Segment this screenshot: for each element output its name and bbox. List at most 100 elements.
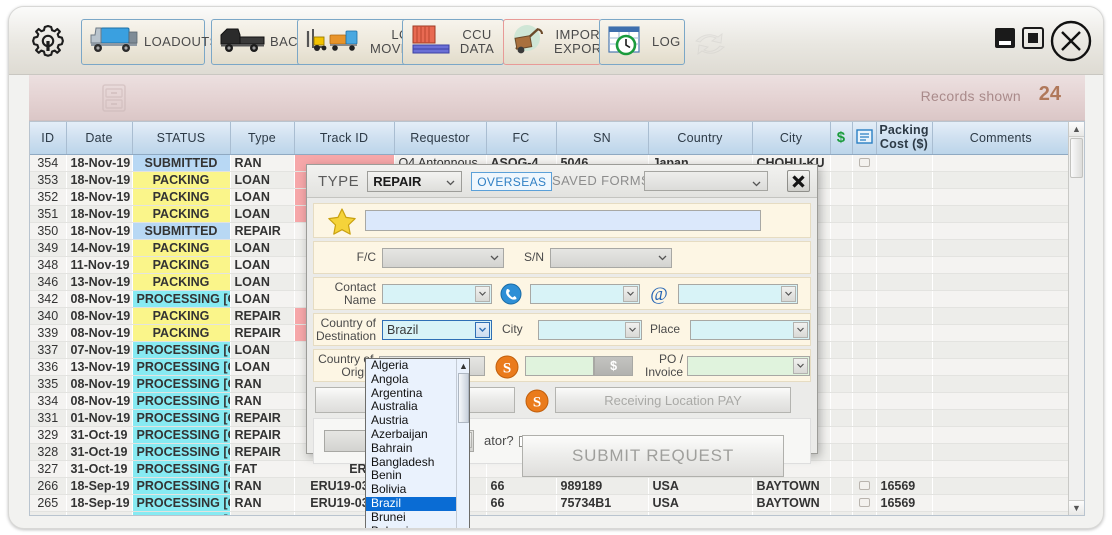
cell-status[interactable]: PROCESSING [OFS] xyxy=(132,460,230,478)
maximize-icon[interactable] xyxy=(1022,27,1044,54)
tab-log[interactable]: LOG xyxy=(599,19,685,65)
cell-type[interactable]: LOAN xyxy=(230,205,294,223)
cell-document[interactable] xyxy=(852,477,876,495)
cell-id[interactable]: 346 xyxy=(30,273,66,291)
cell-comments[interactable] xyxy=(932,494,1069,512)
cell-status[interactable]: PROCESSING [OFS] xyxy=(132,409,230,427)
col-sn[interactable]: SN xyxy=(556,122,649,155)
overseas-badge[interactable]: OVERSEAS xyxy=(471,171,553,191)
cell-type[interactable]: REPAIR xyxy=(230,222,294,240)
cell-country[interactable]: USA xyxy=(648,511,752,515)
cell-comments[interactable] xyxy=(932,205,1069,223)
cell-date[interactable]: 08-Nov-19 xyxy=(66,392,132,410)
cell-type[interactable]: RAN xyxy=(230,375,294,393)
cell-id[interactable]: 350 xyxy=(30,222,66,240)
cell-status[interactable]: PACKING xyxy=(132,188,230,206)
cell-dollar[interactable] xyxy=(830,290,852,308)
cell-id[interactable]: 339 xyxy=(30,324,66,342)
cell-comments[interactable] xyxy=(932,392,1069,410)
cell-type[interactable]: LOAN xyxy=(230,341,294,359)
cell-dollar[interactable] xyxy=(830,358,852,376)
title-input[interactable] xyxy=(365,210,761,231)
cell-id[interactable]: 337 xyxy=(30,341,66,359)
cell-status[interactable]: PROCESSING [OFS] xyxy=(132,392,230,410)
country-option[interactable]: Austria xyxy=(366,413,469,428)
cell-packing-cost[interactable] xyxy=(876,222,932,240)
country-dropdown-list[interactable]: Algeria Angola Argentina Australia Austria Az… xyxy=(366,359,469,528)
cell-type[interactable]: REPAIR xyxy=(230,409,294,427)
cell-id[interactable]: 336 xyxy=(30,358,66,376)
cell-packing-cost[interactable] xyxy=(876,460,932,478)
cell-dollar[interactable] xyxy=(830,154,852,172)
cell-dollar[interactable] xyxy=(830,392,852,410)
col-packing-cost[interactable]: Packing Cost ($) xyxy=(876,122,933,155)
cell-fc[interactable]: 89 xyxy=(486,511,556,515)
country-dropdown-scrollbar[interactable]: ▲ ▼ xyxy=(456,359,469,528)
tab-import-export[interactable]: IMPORT EXPORT xyxy=(503,19,609,65)
cell-comments[interactable] xyxy=(932,443,1069,461)
cell-id[interactable]: 349 xyxy=(30,239,66,257)
cell-city[interactable]: BAYTOWN xyxy=(752,494,830,512)
cell-status[interactable]: PROCESSING [OFS] xyxy=(132,426,230,444)
cell-type[interactable]: RAN xyxy=(230,511,294,515)
col-comments[interactable]: Comments xyxy=(932,122,1069,155)
cell-comments[interactable] xyxy=(932,273,1069,291)
cell-id[interactable]: 352 xyxy=(30,188,66,206)
cell-packing-cost[interactable] xyxy=(876,154,932,172)
cell-packing-cost[interactable] xyxy=(876,256,932,274)
cell-dollar[interactable] xyxy=(830,239,852,257)
chevron-down-icon[interactable] xyxy=(793,321,808,338)
table-row[interactable]: 26518-Sep-19PROCESSING [OFS]RANERU19-033… xyxy=(30,494,1069,512)
country-option[interactable]: Argentina xyxy=(366,386,469,401)
cell-comments[interactable] xyxy=(932,341,1069,359)
cell-status[interactable]: PACKING xyxy=(132,205,230,223)
cell-country[interactable]: USA xyxy=(648,477,752,495)
cell-status[interactable]: PROCESSING [OFS] xyxy=(132,375,230,393)
chevron-down-icon[interactable] xyxy=(625,321,640,338)
cell-status[interactable]: PROCESSING [OFS] xyxy=(132,511,230,515)
minimize-icon[interactable] xyxy=(994,27,1016,54)
cell-date[interactable]: 18-Nov-19 xyxy=(66,154,132,172)
cell-id[interactable]: 329 xyxy=(30,426,66,444)
type-select[interactable]: REPAIR xyxy=(367,170,463,192)
cell-type[interactable]: LOAN xyxy=(230,290,294,308)
po-invoice-input[interactable] xyxy=(687,355,811,376)
cell-id[interactable]: 335 xyxy=(30,375,66,393)
cell-id[interactable]: 266 xyxy=(30,477,66,495)
place-input[interactable] xyxy=(690,319,810,340)
cell-document[interactable] xyxy=(852,171,876,189)
cell-city[interactable]: BAYTOWN xyxy=(752,511,830,515)
cell-packing-cost[interactable] xyxy=(876,273,932,291)
cell-id[interactable]: 331 xyxy=(30,409,66,427)
cell-packing-cost[interactable] xyxy=(876,188,932,206)
cell-packing-cost[interactable] xyxy=(876,171,932,189)
cell-date[interactable]: 18-Nov-19 xyxy=(66,222,132,240)
cell-packing-cost[interactable]: 16569 xyxy=(876,477,932,495)
cell-city[interactable]: BAYTOWN xyxy=(752,477,830,495)
cell-date[interactable]: 13-Nov-19 xyxy=(66,273,132,291)
tab-ccu-data[interactable]: CCU DATA xyxy=(402,19,504,65)
cell-document[interactable] xyxy=(852,222,876,240)
cell-date[interactable]: 14-Nov-19 xyxy=(66,239,132,257)
cell-document[interactable] xyxy=(852,188,876,206)
scroll-thumb[interactable] xyxy=(1070,138,1083,178)
cell-status[interactable]: PACKING xyxy=(132,256,230,274)
cell-packing-cost[interactable] xyxy=(876,307,932,325)
refresh-icon[interactable] xyxy=(692,27,728,59)
contact-name-input[interactable] xyxy=(382,283,492,304)
cell-document[interactable] xyxy=(852,392,876,410)
cell-comments[interactable] xyxy=(932,256,1069,274)
scroll-up-icon[interactable]: ▲ xyxy=(457,359,469,372)
chevron-down-icon[interactable] xyxy=(475,321,490,338)
chevron-down-icon[interactable] xyxy=(623,285,638,302)
cell-document[interactable] xyxy=(852,290,876,308)
cell-date[interactable]: 11-Nov-19 xyxy=(66,256,132,274)
cell-id[interactable]: 348 xyxy=(30,256,66,274)
cell-dollar[interactable] xyxy=(830,222,852,240)
scroll-thumb[interactable] xyxy=(458,373,469,423)
cost-input[interactable] xyxy=(525,355,595,376)
document-checkbox-icon[interactable] xyxy=(858,514,870,515)
col-type[interactable]: Type xyxy=(230,122,295,155)
cell-date[interactable]: 08-Nov-19 xyxy=(66,307,132,325)
col-track-id[interactable]: Track ID xyxy=(294,122,395,155)
